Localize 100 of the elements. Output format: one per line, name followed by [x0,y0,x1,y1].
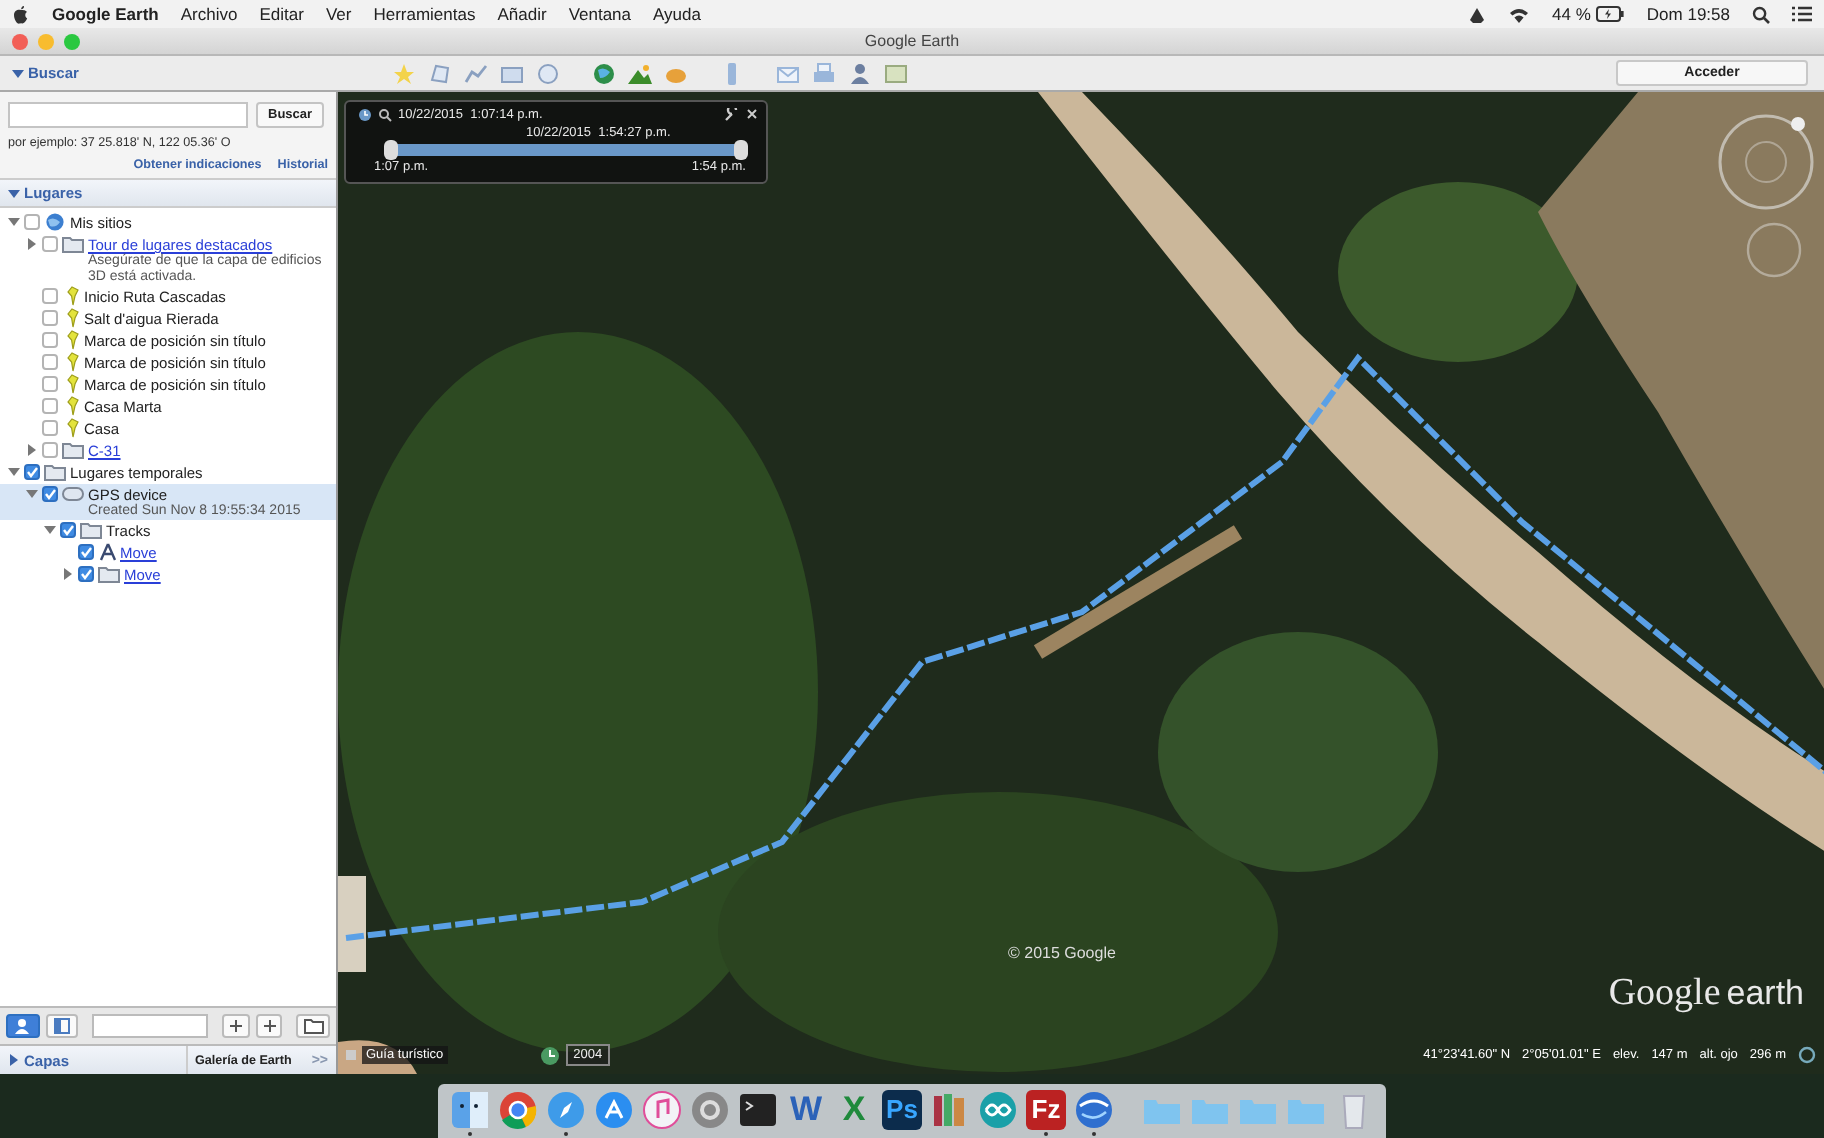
plus-icon [229,1020,242,1032]
app-menu[interactable]: Google Earth [52,4,159,24]
app-icon[interactable]: Fz [1026,1089,1066,1129]
search-field[interactable] [8,102,248,128]
expand-arrow-icon[interactable] [7,215,19,227]
checkbox[interactable] [60,522,76,538]
zoom-button[interactable] [64,33,80,49]
person-icon [14,1018,31,1034]
checkbox[interactable] [78,566,94,582]
globe-icon [44,212,66,232]
menu-item[interactable]: Herramientas [373,4,476,24]
expand-arrow-icon[interactable] [7,465,19,477]
chrome-icon[interactable] [498,1089,538,1129]
running-indicator [1092,1131,1096,1135]
expand-arrow-icon[interactable] [43,523,55,535]
battery-percentage: 44 % [1552,4,1591,24]
move-up-button[interactable] [222,1014,250,1038]
checkbox[interactable] [42,332,58,348]
menu-item[interactable]: Editar [259,4,304,24]
wrench-icon[interactable] [724,108,738,122]
checkbox[interactable] [42,398,58,414]
battery-charging-icon[interactable] [1596,6,1625,22]
infinity-icon[interactable] [978,1089,1018,1129]
logo-wordmark: earth [1726,974,1804,1014]
print-icon[interactable] [812,61,836,85]
places-view-button[interactable] [6,1014,40,1038]
globe-icon[interactable] [1074,1089,1114,1129]
checkbox[interactable] [42,420,58,436]
checkbox[interactable] [42,376,58,392]
checkbox[interactable] [24,464,40,480]
books-icon[interactable] [930,1089,970,1129]
collapse-triangle-icon[interactable] [12,67,24,79]
menu-item[interactable]: Ventana [568,4,632,24]
running-indicator [564,1131,568,1135]
running-indicator [1044,1131,1048,1135]
panel-icon [53,1018,70,1034]
app-icon[interactable]: Ps [882,1089,922,1129]
menu-item[interactable]: Añadir [497,4,547,24]
compass-icon[interactable] [546,1089,586,1129]
menu-item[interactable]: Archivo [180,4,238,24]
checkbox[interactable] [42,354,58,370]
app-store-icon[interactable] [594,1089,634,1129]
polygon-icon[interactable] [428,61,452,85]
running-indicator [468,1131,472,1135]
checkbox[interactable] [42,288,58,304]
logo-wordmark: Google [1608,972,1721,1016]
loading-circle-icon [1798,1046,1816,1064]
menu-item[interactable]: Ver [325,4,352,24]
collapsed-arrow-icon[interactable] [25,237,37,249]
checkbox[interactable] [42,310,58,326]
plus-icon [263,1020,276,1032]
checkbox[interactable] [24,214,40,230]
move-down-button[interactable] [255,1014,283,1038]
map-copyright: © 2015 Google [1008,944,1116,962]
path-icon[interactable] [464,61,488,85]
expand-arrow-icon[interactable] [25,487,37,499]
close-button[interactable] [12,33,28,49]
menu-clock[interactable]: Dom 19:58 [1646,4,1730,24]
folder-icon [303,1018,324,1034]
sidebar-view-button[interactable] [45,1014,79,1038]
zoom-icon[interactable] [378,108,392,122]
slider-thumb[interactable] [734,140,748,160]
look-joystick-icon[interactable] [1744,220,1804,280]
drive-icon[interactable] [1468,5,1487,23]
person-icon[interactable] [848,61,872,85]
folder-icon [62,440,84,460]
collapsed-arrow-icon[interactable] [25,443,37,455]
tour-record-icon[interactable] [536,61,560,85]
checkbox[interactable] [42,236,58,252]
music-note-icon[interactable] [642,1089,682,1129]
checkbox[interactable] [42,442,58,458]
collapsed-arrow-icon[interactable] [8,1054,20,1066]
apple-logo-icon [12,4,30,24]
terminal-icon[interactable] [738,1089,778,1129]
sky-landscape-icon[interactable] [628,61,652,85]
navigation-compass-icon[interactable] [1716,112,1816,212]
map-view-icon[interactable] [884,61,908,85]
clock-icon[interactable] [358,108,372,122]
slider-thumb[interactable] [384,140,398,160]
search-places-field[interactable] [92,1014,209,1038]
checkbox[interactable] [42,486,58,502]
globe-icon[interactable] [592,61,616,85]
email-icon[interactable] [776,61,800,85]
collapse-triangle-icon[interactable] [8,187,20,199]
finder-icon[interactable] [450,1089,490,1129]
checkbox[interactable] [78,544,94,560]
add-folder-button[interactable] [296,1014,330,1038]
window-title: Google Earth [864,32,960,50]
wifi-icon[interactable] [1508,5,1531,23]
search-icon[interactable] [1752,5,1770,23]
gps-device-icon [62,484,84,504]
close-icon[interactable] [746,108,758,120]
image-overlay-icon[interactable] [500,61,524,85]
time-slider-track[interactable] [390,144,742,156]
folder-icon [98,564,120,584]
historical-imagery-clock-icon[interactable] [539,1045,560,1065]
collapsed-arrow-icon[interactable] [61,567,73,579]
folder-icon [62,234,84,254]
menu-item[interactable]: Ayuda [653,4,701,24]
notification-list-icon[interactable] [1792,6,1812,22]
